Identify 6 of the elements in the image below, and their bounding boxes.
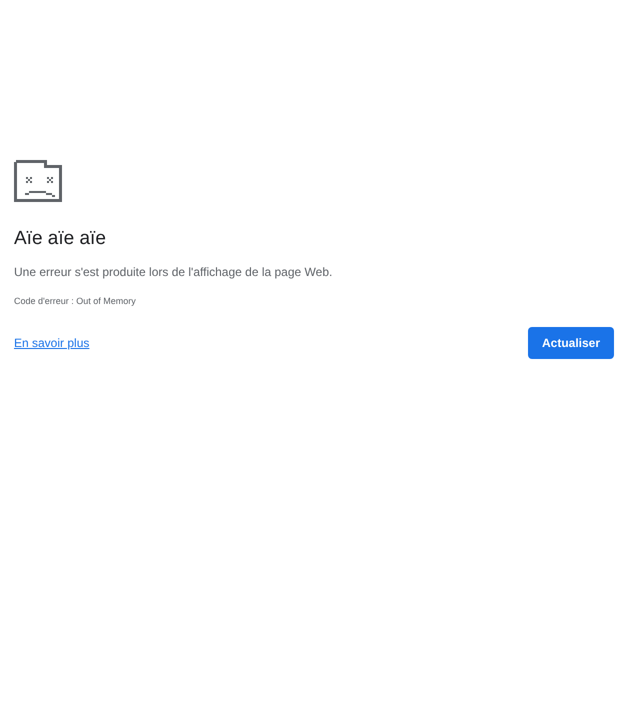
error-message: Une erreur s'est produite lors de l'affichage de la page Web. [14,264,334,281]
error-code: Code d'erreur : Out of Memory [14,295,137,307]
learn-more-link[interactable]: En savoir plus [14,334,90,352]
sad-folder-icon [14,160,62,202]
reload-button[interactable]: Actualiser [528,327,614,359]
error-title: Aïe aïe aïe [14,227,107,251]
